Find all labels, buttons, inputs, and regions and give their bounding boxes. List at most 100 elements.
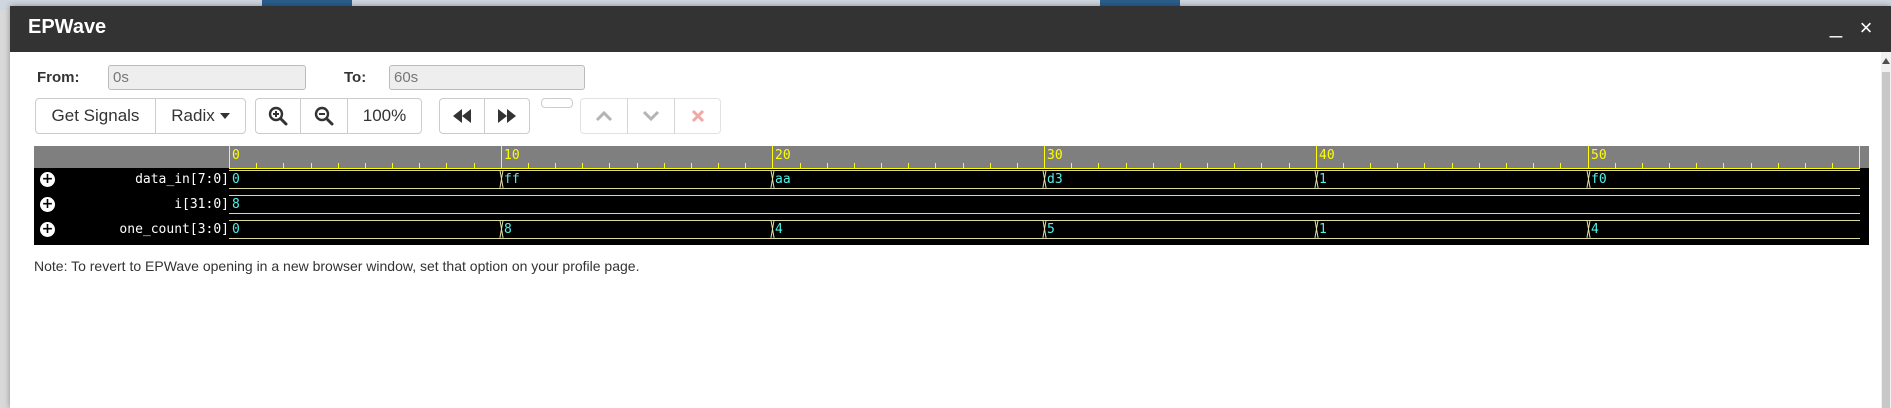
ruler-minor-tick xyxy=(1098,163,1099,168)
zoom-in-icon xyxy=(268,106,288,126)
ruler-minor-tick xyxy=(1723,163,1724,168)
fast-forward-button[interactable] xyxy=(484,98,530,134)
ruler-minor-tick xyxy=(1506,163,1507,168)
time-ruler[interactable]: 0 10 20 30 40 50 xyxy=(229,146,1860,169)
ruler-label: 50 xyxy=(1591,148,1607,163)
ruler-minor-tick xyxy=(555,163,556,168)
signal-value: 4 xyxy=(775,222,783,237)
ruler-minor-tick xyxy=(392,163,393,168)
ruler-minor-tick xyxy=(691,163,692,168)
signal-value: 8 xyxy=(504,222,512,237)
scroll-up-icon[interactable] xyxy=(1882,58,1890,64)
to-label: To: xyxy=(344,69,367,86)
ruler-minor-tick xyxy=(474,163,475,168)
waveform-viewer[interactable]: 0 10 20 30 40 50 + data_in[7:0] 0 ff aa d3 1 f0 + i[31… xyxy=(34,146,1869,245)
fast-backward-button[interactable] xyxy=(439,98,485,134)
to-input[interactable] xyxy=(389,65,585,90)
value-transition xyxy=(500,170,503,188)
expand-signal-icon[interactable]: + xyxy=(40,172,55,187)
ruler-minor-tick xyxy=(1452,163,1453,168)
ruler-minor-tick xyxy=(637,163,638,168)
ruler-minor-tick xyxy=(1479,163,1480,168)
from-label: From: xyxy=(37,69,80,86)
signal-value: ff xyxy=(504,172,520,187)
zoom-button-group: 100% xyxy=(255,98,422,134)
value-transition xyxy=(1315,220,1318,238)
ruler-minor-tick xyxy=(1261,163,1262,168)
signal-name[interactable]: i[31:0] xyxy=(174,197,229,212)
extra-button[interactable] xyxy=(541,98,573,108)
move-down-button[interactable] xyxy=(627,98,675,134)
ruler-minor-tick xyxy=(745,163,746,168)
ruler-minor-tick xyxy=(283,163,284,168)
ruler-minor-tick xyxy=(1017,163,1018,168)
close-button[interactable]: × xyxy=(1853,14,1879,42)
zoom-in-button[interactable] xyxy=(255,98,301,134)
fast-backward-icon xyxy=(453,109,471,123)
ruler-minor-tick xyxy=(854,163,855,168)
ruler-minor-tick xyxy=(908,163,909,168)
ruler-minor-tick xyxy=(582,163,583,168)
navigation-button-group xyxy=(439,98,530,134)
ruler-minor-tick xyxy=(1560,163,1561,168)
ruler-label: 0 xyxy=(232,148,240,163)
ruler-minor-tick xyxy=(1234,163,1235,168)
signal-edit-button-group xyxy=(580,98,721,134)
ruler-minor-tick xyxy=(935,163,936,168)
signal-value: f0 xyxy=(1591,172,1607,187)
ruler-label: 40 xyxy=(1319,148,1335,163)
remove-signal-button[interactable] xyxy=(674,98,721,134)
ruler-minor-tick xyxy=(338,163,339,168)
radix-dropdown[interactable]: Radix xyxy=(155,98,246,134)
expand-signal-icon[interactable]: + xyxy=(40,222,55,237)
ruler-major-tick xyxy=(1588,146,1589,168)
zoom-out-button[interactable] xyxy=(300,98,348,134)
ruler-minor-tick xyxy=(881,163,882,168)
zoom-out-icon xyxy=(314,106,334,126)
value-transition xyxy=(1587,220,1590,238)
ruler-minor-tick xyxy=(1696,163,1697,168)
signal-name[interactable]: one_count[3:0] xyxy=(119,222,229,237)
signal-name[interactable]: data_in[7:0] xyxy=(135,172,229,187)
get-signals-button[interactable]: Get Signals xyxy=(35,98,156,134)
ruler-minor-tick xyxy=(1832,163,1833,168)
ruler-minor-tick xyxy=(1615,163,1616,168)
epwave-dialog: EPWave _ × From: To: Get Signals Radix xyxy=(10,6,1891,408)
value-transition xyxy=(1043,170,1046,188)
ruler-minor-tick xyxy=(1126,163,1127,168)
value-transition xyxy=(1587,170,1590,188)
ruler-minor-tick xyxy=(963,163,964,168)
expand-signal-icon[interactable]: + xyxy=(40,197,55,212)
profile-note: Note: To revert to EPWave opening in a n… xyxy=(34,258,640,274)
bus-edge-line xyxy=(229,213,1860,214)
from-input[interactable] xyxy=(108,65,306,90)
window-title: EPWave xyxy=(28,16,107,38)
ruler-label: 20 xyxy=(775,148,791,163)
ruler-minor-tick xyxy=(1669,163,1670,168)
ruler-minor-tick xyxy=(1805,163,1806,168)
bus-edge-line xyxy=(229,195,1860,196)
dialog-content: From: To: Get Signals Radix xyxy=(10,52,1881,408)
zoom-level-button[interactable]: 100% xyxy=(347,98,422,134)
signal-value: 5 xyxy=(1047,222,1055,237)
ruler-major-tick xyxy=(1316,146,1317,168)
ruler-minor-tick xyxy=(1642,163,1643,168)
value-transition xyxy=(500,220,503,238)
move-up-button[interactable] xyxy=(580,98,628,134)
close-x-icon xyxy=(691,109,704,123)
vertical-scrollbar[interactable] xyxy=(1881,52,1891,408)
scrollbar-thumb[interactable] xyxy=(1882,72,1890,408)
signal-value: 1 xyxy=(1319,172,1327,187)
radix-label: Radix xyxy=(171,106,215,125)
bus-edge-line xyxy=(229,188,1860,189)
ruler-label: 10 xyxy=(504,148,520,163)
ruler-minor-tick xyxy=(1153,163,1154,168)
caret-down-icon xyxy=(219,113,230,119)
signal-value: 4 xyxy=(1591,222,1599,237)
minimize-button[interactable]: _ xyxy=(1823,12,1849,40)
ruler-minor-tick xyxy=(1370,163,1371,168)
ruler-minor-tick xyxy=(311,163,312,168)
ruler-minor-tick xyxy=(419,163,420,168)
ruler-minor-tick xyxy=(256,163,257,168)
title-bar: EPWave _ × xyxy=(10,6,1891,52)
